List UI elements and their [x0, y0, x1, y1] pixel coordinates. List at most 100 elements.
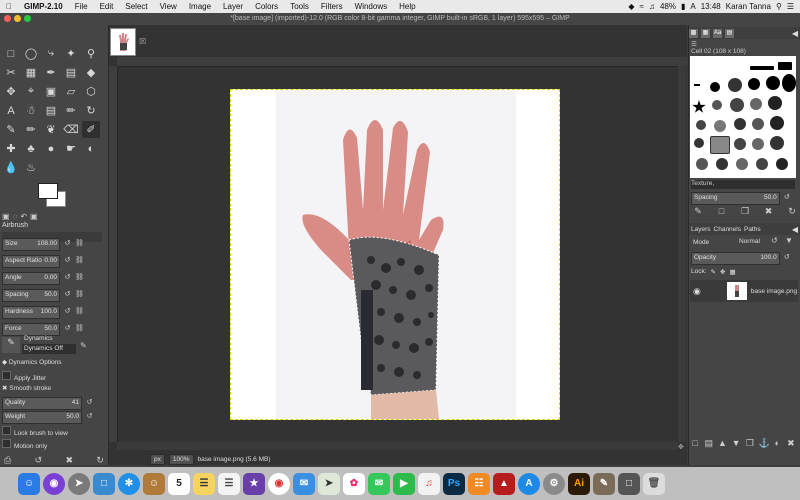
apply-jitter-checkbox[interactable] [2, 371, 11, 380]
edit-brush-icon[interactable]: ✎ [693, 206, 703, 216]
menu-windows[interactable]: Windows [349, 2, 393, 11]
facetime-icon[interactable]: ▶ [393, 472, 415, 495]
text-icon[interactable]: A [2, 102, 20, 119]
menu-tools[interactable]: Tools [284, 2, 315, 11]
delete-brush-icon[interactable]: ✖ [764, 206, 774, 216]
brush-thumb[interactable] [730, 98, 744, 112]
images-tab-icon[interactable]: ▣ [30, 212, 38, 221]
contacts-icon[interactable]: ☺ [143, 472, 165, 495]
edit-dynamics-icon[interactable]: ✎ [80, 341, 87, 350]
maps-icon[interactable]: ➤ [318, 472, 340, 495]
unified-transform-icon[interactable]: ▣ [42, 83, 60, 100]
drop-icon[interactable]: 💧 [2, 159, 20, 176]
gimp-icon[interactable]: ✎ [593, 472, 615, 495]
books-icon[interactable]: ☷ [468, 472, 490, 495]
size-slider[interactable]: Size 108.00 [2, 237, 60, 251]
reset-icon[interactable]: ↺ [783, 193, 791, 204]
brush-thumb[interactable] [734, 118, 746, 130]
foreground-select-icon[interactable]: ▦ [22, 64, 40, 81]
new-group-icon[interactable]: ▤ [704, 438, 714, 448]
brush-thumb[interactable] [782, 74, 796, 92]
tool-options-tab-icon[interactable]: ▣ [2, 212, 10, 221]
image-tab-thumbnail[interactable] [110, 28, 136, 56]
smudge-icon[interactable]: ☛ [62, 140, 80, 157]
device-status-tab-icon[interactable]: ◌ [13, 212, 18, 221]
wifi-icon[interactable]: ≈ [640, 2, 644, 11]
brush-filter-icon[interactable]: ☰ [691, 40, 697, 48]
brush-thumb[interactable] [694, 84, 700, 86]
crop-icon[interactable]: ⌖ [22, 83, 40, 100]
brush-thumb[interactable] [756, 158, 768, 170]
reset-icon[interactable]: ↺ [63, 256, 72, 267]
reset-icon[interactable]: ↺ [63, 273, 72, 284]
safari-icon[interactable]: ✻ [118, 472, 140, 495]
menu-filters[interactable]: Filters [315, 2, 349, 11]
reset-icon[interactable]: ↺ [783, 253, 791, 264]
link-icon[interactable]: ⛓ [75, 307, 84, 318]
link-icon[interactable]: ⛓ [75, 239, 84, 250]
brush-thumb[interactable] [714, 120, 726, 132]
settings-icon[interactable]: ⚙ [543, 472, 565, 495]
lower-layer-icon[interactable]: ▼ [731, 438, 741, 448]
restore-options-icon[interactable]: ↺ [35, 455, 43, 466]
zoom-icon[interactable]: ⚲ [82, 45, 100, 62]
mail-icon[interactable]: ✉ [293, 472, 315, 495]
bucket-fill-icon[interactable]: ☃ [22, 102, 40, 119]
tab-paths[interactable]: Paths [744, 226, 761, 233]
brush-thumb[interactable] [696, 158, 708, 170]
opacity-slider[interactable]: Opacity 100.0 [691, 251, 780, 265]
brush-thumb[interactable] [752, 138, 764, 150]
volume-icon[interactable]: ♫ [649, 2, 655, 11]
reset-icon[interactable]: ↺ [63, 307, 72, 318]
reset-options-icon[interactable]: ↻ [96, 455, 104, 466]
lock-pixels-icon[interactable]: ✎ [711, 268, 716, 276]
input-source-icon[interactable]: A [690, 2, 695, 11]
dynamics-options-row[interactable]: ◆ Dynamics Options [2, 358, 62, 366]
move-icon[interactable]: ✥ [2, 83, 20, 100]
acrobat-icon[interactable]: ▲ [493, 472, 515, 495]
undo-tab-icon[interactable]: ↶ [20, 212, 27, 221]
delete-layer-icon[interactable]: ✖ [786, 438, 796, 448]
scissors-icon[interactable]: ✂ [2, 64, 20, 81]
notes-icon[interactable]: ☰ [193, 472, 215, 495]
brush-grid[interactable] [690, 56, 796, 178]
new-brush-icon[interactable]: □ [717, 206, 727, 216]
new-layer-icon[interactable]: □ [690, 438, 700, 448]
eraser-icon[interactable]: ⌫ [62, 121, 80, 138]
menu-select[interactable]: Select [119, 2, 153, 11]
link-icon[interactable]: ⛓ [75, 290, 84, 301]
navigate-icon[interactable]: ✥ [678, 443, 684, 451]
clock[interactable]: 13:48 [701, 2, 721, 11]
brush-thumb[interactable] [736, 158, 748, 170]
duplicate-brush-icon[interactable]: ❐ [740, 206, 750, 216]
mode-select[interactable]: Normal [739, 238, 760, 245]
reset-icon[interactable]: ↺ [63, 239, 72, 250]
close-button[interactable] [4, 15, 11, 22]
reset-icon[interactable]: ↺ [63, 324, 72, 335]
motion-only-checkbox[interactable] [2, 439, 11, 448]
menu-layer[interactable]: Layer [217, 2, 249, 11]
delete-options-icon[interactable]: ✖ [66, 455, 74, 466]
raise-layer-icon[interactable]: ▲ [717, 438, 727, 448]
brush-thumb[interactable] [748, 78, 760, 90]
vertical-ruler[interactable] [109, 66, 118, 442]
brush-thumb[interactable] [692, 100, 706, 113]
menu-colors[interactable]: Colors [249, 2, 284, 11]
tab-menu-icon[interactable]: ◀ [792, 225, 798, 234]
image-canvas[interactable] [230, 89, 560, 420]
paintbrush-icon[interactable]: ✎ [2, 121, 20, 138]
calendar-icon[interactable]: 5 [168, 472, 190, 495]
selected-brush-thumb[interactable] [710, 136, 730, 154]
lock-position-icon[interactable]: ✥ [720, 268, 725, 276]
dynamics-select[interactable]: Dynamics Off [22, 344, 76, 354]
free-select-icon[interactable]: ⤷ [42, 45, 60, 62]
photos-icon[interactable]: ✿ [343, 472, 365, 495]
lock-alpha-icon[interactable]: ▦ [729, 268, 735, 276]
brush-thumb[interactable] [778, 62, 792, 70]
rect-select-icon[interactable]: □ [2, 45, 20, 62]
brush-thumb[interactable] [716, 158, 728, 170]
refresh-brushes-icon[interactable]: ↻ [787, 206, 797, 216]
angle-slider[interactable]: Angle 0.00 [2, 271, 60, 285]
preview-icon[interactable]: □ [93, 472, 115, 495]
battery-percent[interactable]: 48% [660, 2, 676, 11]
